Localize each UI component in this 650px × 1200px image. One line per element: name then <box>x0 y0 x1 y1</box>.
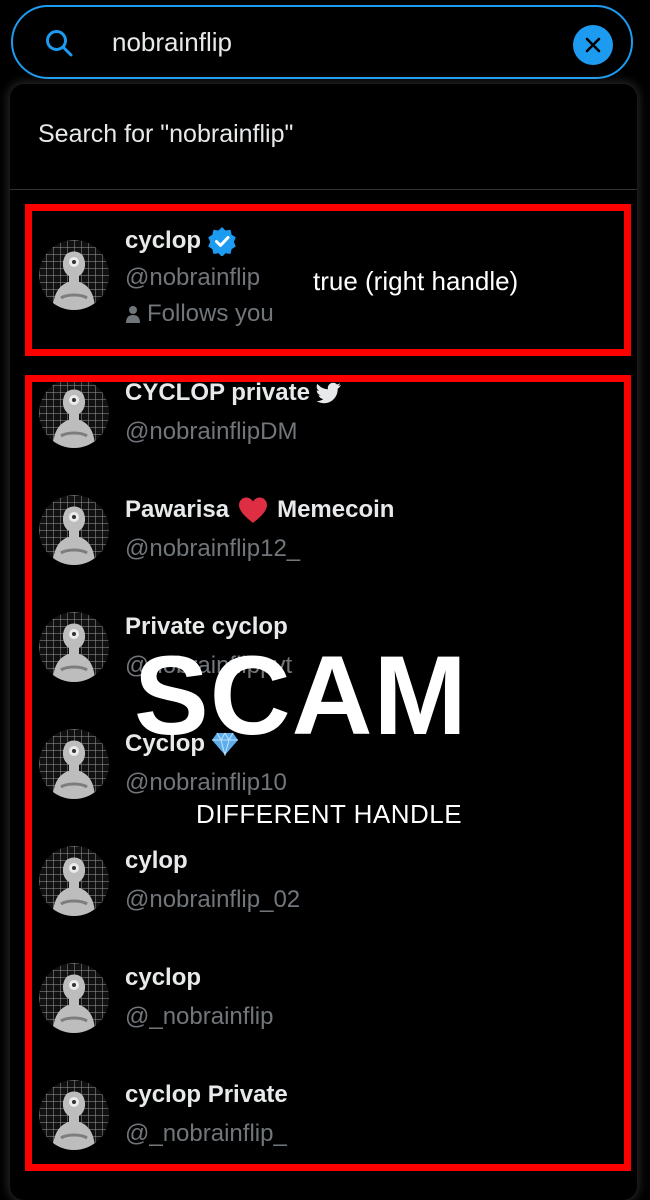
search-bar[interactable] <box>11 5 633 79</box>
close-icon <box>585 37 601 53</box>
highlight-box-scam <box>25 375 631 1171</box>
annotation-different-handle: DIFFERENT HANDLE <box>196 799 463 829</box>
divider <box>10 189 637 190</box>
search-icon <box>44 28 74 58</box>
annotation-true-handle: true (right handle) <box>313 266 519 296</box>
search-input[interactable]: nobrainflip <box>112 27 232 58</box>
annotation-scam: SCAM <box>134 633 468 758</box>
clear-search-button[interactable] <box>573 25 613 65</box>
search-for-option[interactable]: Search for "nobrainflip" <box>38 120 293 149</box>
